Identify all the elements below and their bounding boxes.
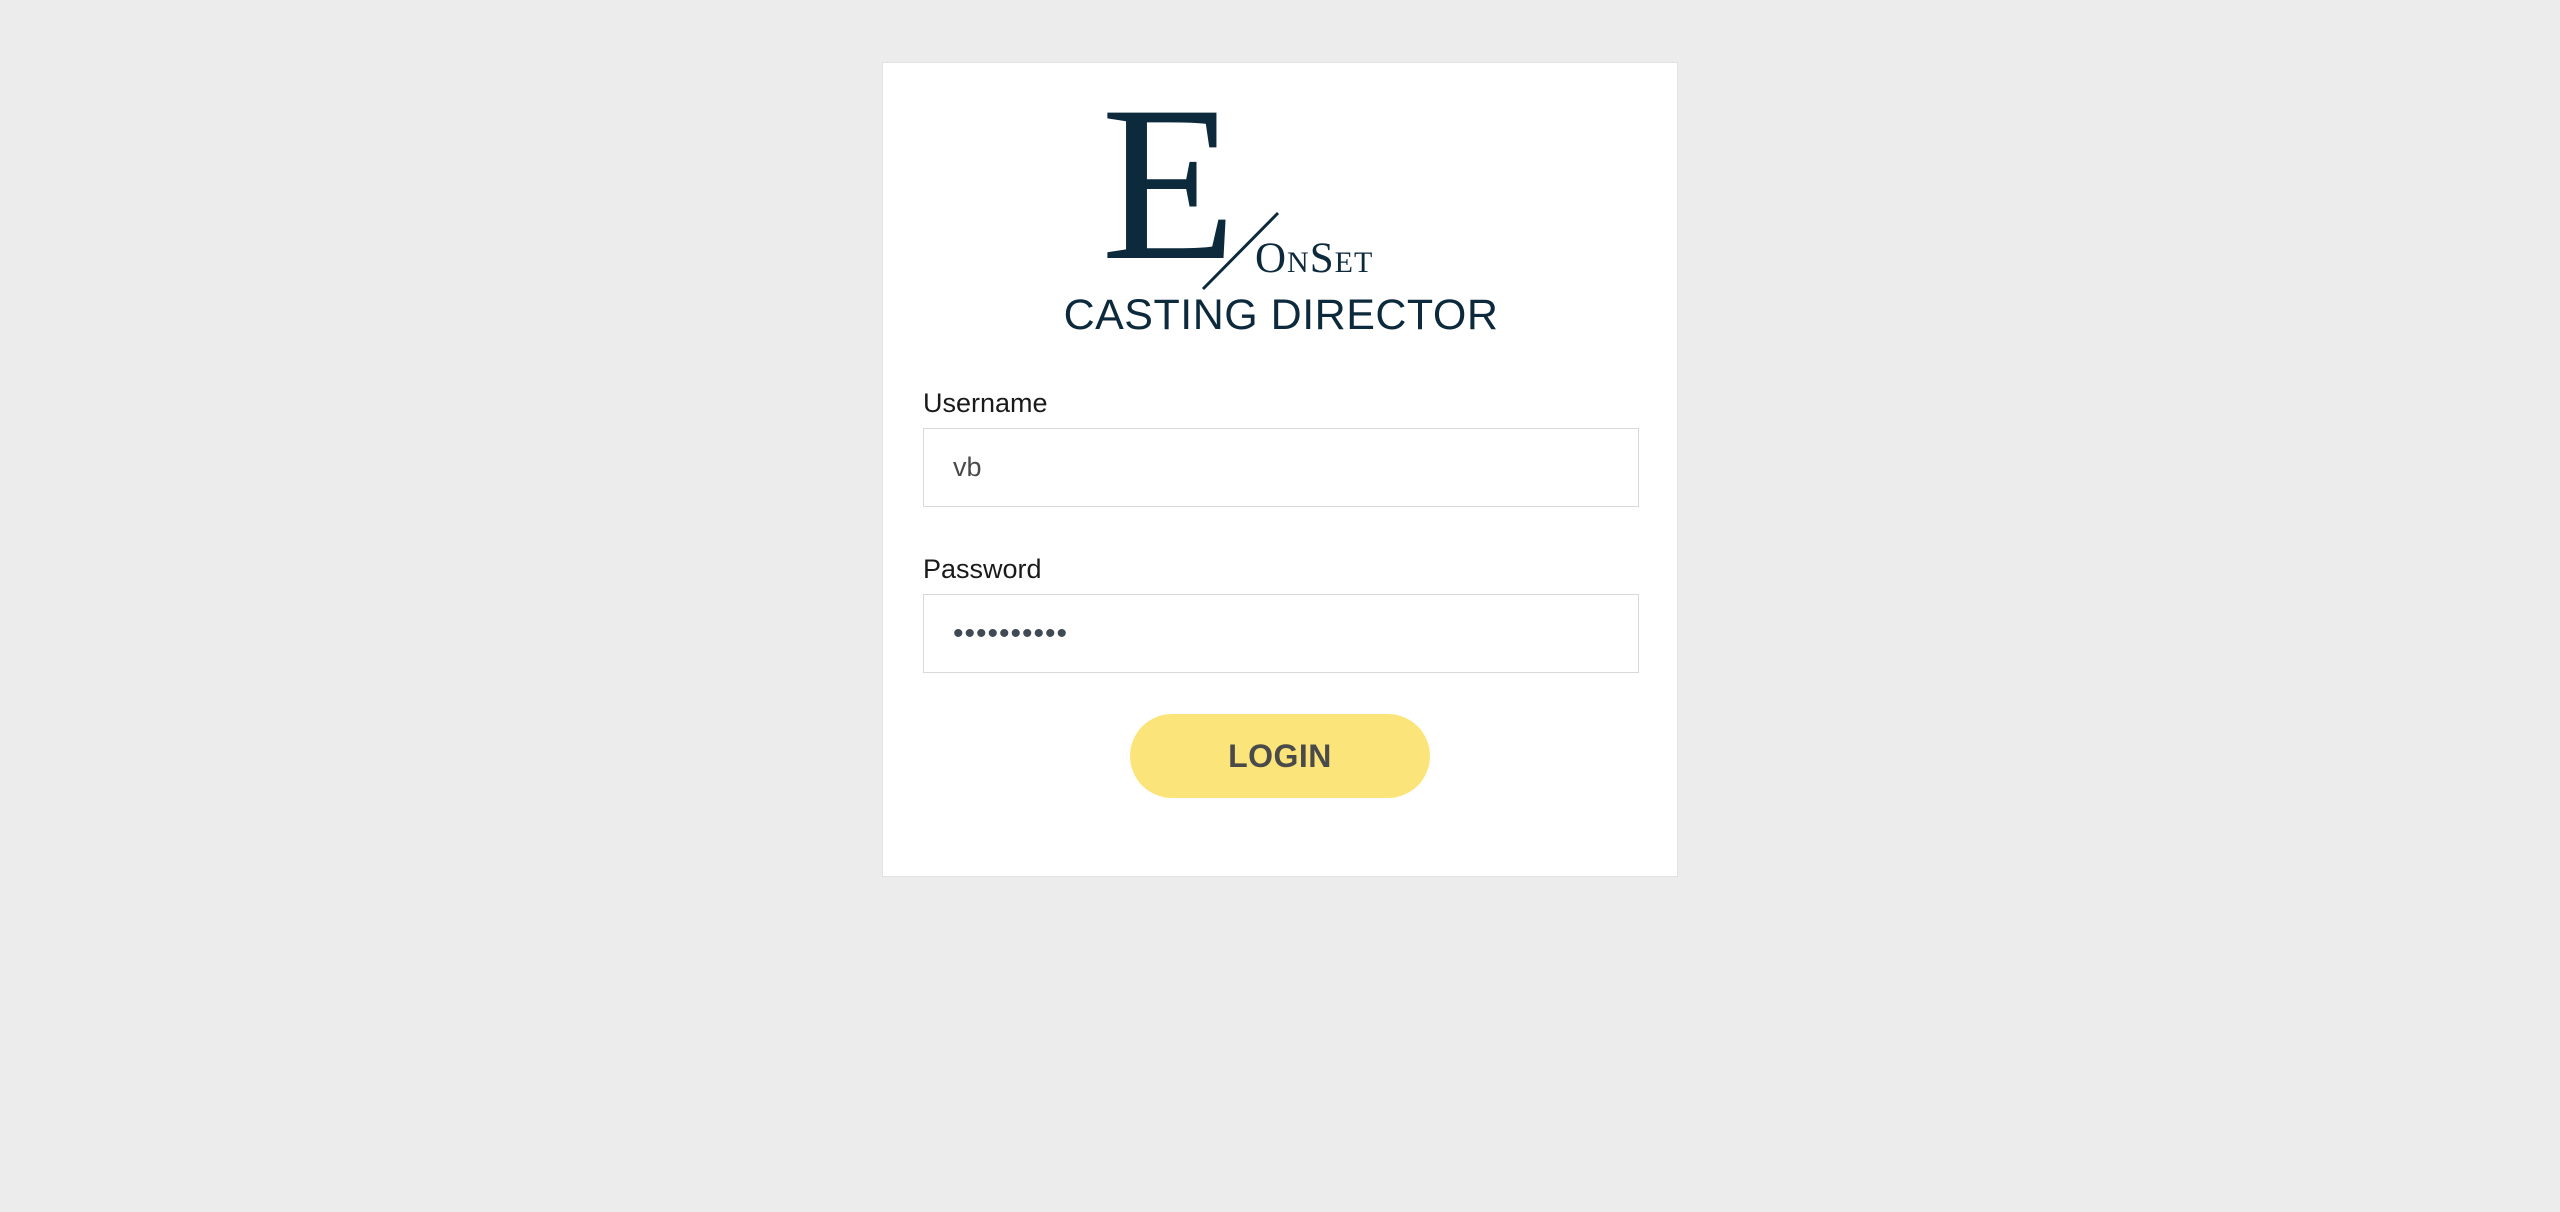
login-card: E OnSet CASTING DIRECTOR Username Passwo… xyxy=(882,62,1678,877)
username-label: Username xyxy=(923,388,1048,418)
username-input[interactable] xyxy=(923,428,1639,507)
password-label: Password xyxy=(923,554,1042,584)
login-button[interactable]: LOGIN xyxy=(1130,714,1430,798)
logo-subtitle: CASTING DIRECTOR xyxy=(1063,291,1499,339)
brand-logo: E OnSet CASTING DIRECTOR xyxy=(883,63,1679,353)
logo-wordmark: OnSet xyxy=(1255,235,1374,282)
password-input[interactable] xyxy=(923,594,1639,673)
